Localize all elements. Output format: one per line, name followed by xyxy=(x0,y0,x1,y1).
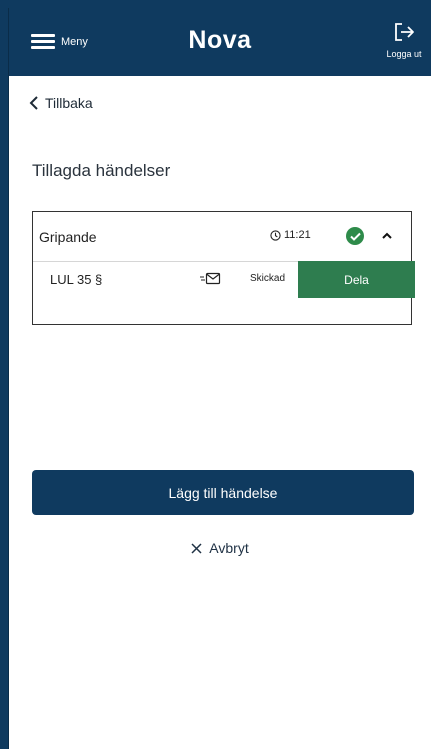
menu-icon xyxy=(31,34,55,49)
event-time-text: 11:21 xyxy=(284,229,311,241)
top-bar: Meny Nova Logga ut xyxy=(9,8,431,76)
cancel-button[interactable]: Avbryt xyxy=(9,540,431,556)
app-frame: Meny Nova Logga ut Tillbaka Tillagda hän… xyxy=(8,8,431,749)
mail-sent-icon xyxy=(200,272,221,285)
menu-button[interactable]: Meny xyxy=(31,34,88,49)
event-header-row[interactable]: Gripande 11:21 xyxy=(33,212,411,262)
section-title: Tillagda händelser xyxy=(32,161,171,180)
check-circle-icon xyxy=(346,227,364,245)
event-detail-row: LUL 35 § Skickad Dela xyxy=(33,261,415,298)
cancel-label: Avbryt xyxy=(209,540,249,556)
event-time: 11:21 xyxy=(270,229,311,241)
law-reference: LUL 35 § xyxy=(50,272,103,287)
logout-label: Logga ut xyxy=(386,49,422,59)
clock-icon xyxy=(270,229,281,241)
chevron-left-icon xyxy=(29,96,38,110)
event-card: Gripande 11:21 LUL 35 § Skickad Dela xyxy=(32,211,415,325)
logout-icon xyxy=(395,23,414,41)
back-label: Tillbaka xyxy=(45,95,93,111)
back-link[interactable]: Tillbaka xyxy=(29,95,93,111)
share-button[interactable]: Dela xyxy=(298,261,415,298)
logout-button[interactable]: Logga ut xyxy=(379,22,429,59)
close-icon xyxy=(191,542,202,554)
menu-label: Meny xyxy=(61,35,88,48)
add-event-button[interactable]: Lägg till händelse xyxy=(32,470,414,515)
chevron-up-icon[interactable] xyxy=(379,228,395,244)
send-status: Skickad xyxy=(250,273,286,284)
event-title: Gripande xyxy=(39,229,97,245)
